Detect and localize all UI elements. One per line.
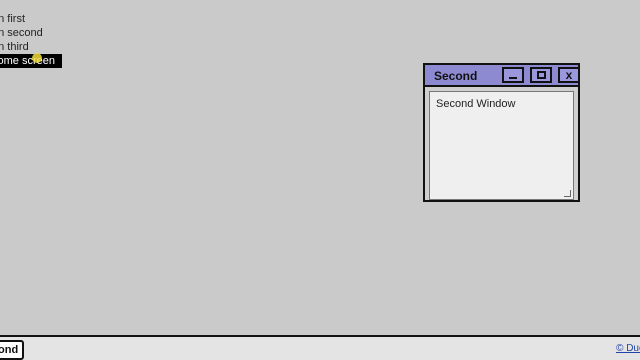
credit-link[interactable]: © Duc <box>616 343 640 354</box>
minimize-icon <box>509 77 517 79</box>
window-titlebar[interactable]: Second x <box>425 65 580 87</box>
desktop-menu: en first en second en third come screen <box>0 12 62 68</box>
taskbar: ond © Duc <box>0 335 640 360</box>
maximize-button[interactable] <box>530 67 552 83</box>
window-content-text: Second Window <box>436 98 516 110</box>
close-icon: x <box>565 67 573 82</box>
mouse-cursor-highlight <box>32 53 42 63</box>
maximize-icon <box>536 71 546 79</box>
menu-item-open-second[interactable]: en second <box>0 26 62 40</box>
taskbar-button-second[interactable]: ond <box>0 340 25 360</box>
second-window: Second x Second Window <box>423 63 580 202</box>
menu-item-welcome-screen[interactable]: come screen <box>0 54 62 68</box>
menu-item-open-third[interactable]: en third <box>0 40 62 54</box>
resize-handle-icon[interactable] <box>564 190 571 197</box>
window-title: Second <box>434 69 478 83</box>
window-content: Second Window <box>429 91 574 200</box>
menu-item-open-first[interactable]: en first <box>0 12 62 26</box>
minimize-button[interactable] <box>502 67 524 83</box>
close-button[interactable]: x <box>558 67 580 83</box>
